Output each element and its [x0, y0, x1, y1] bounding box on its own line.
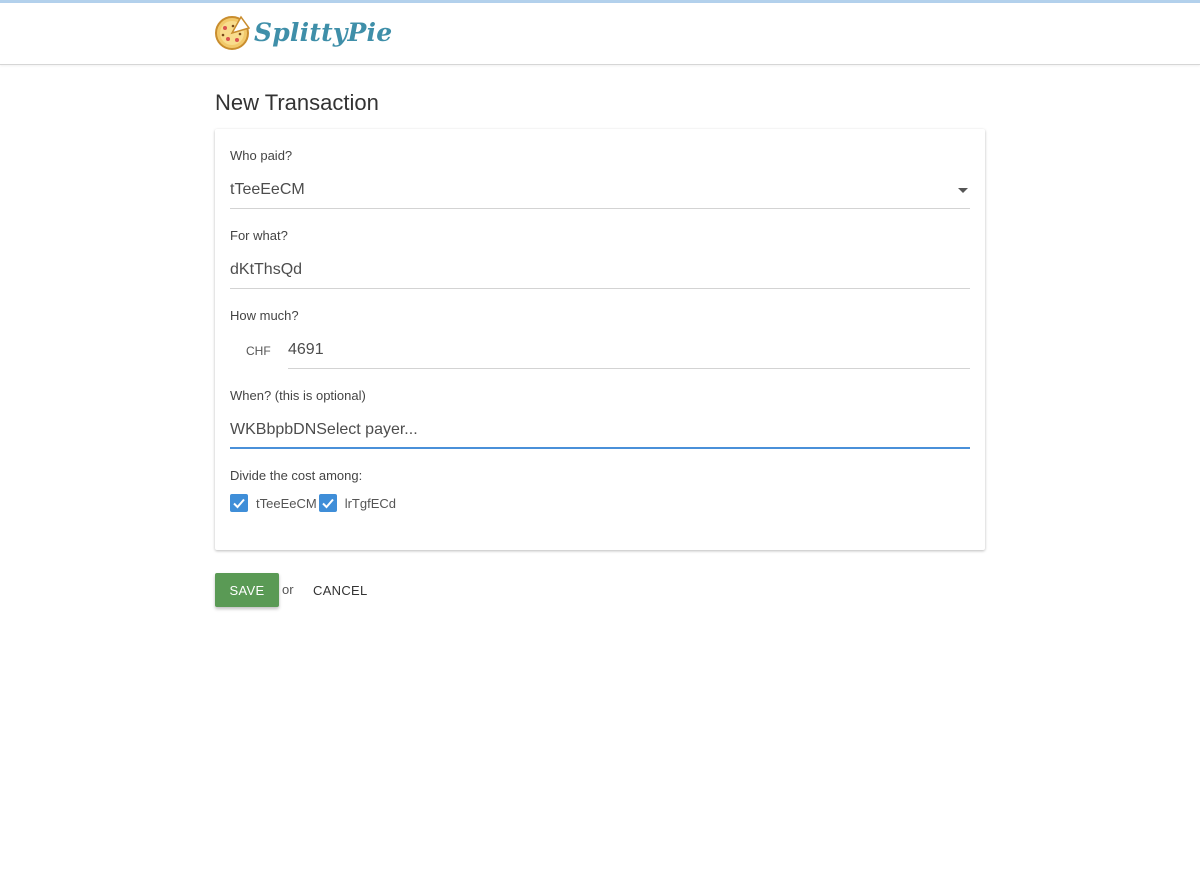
purpose-input[interactable]: dKtThsQd [230, 261, 302, 279]
date-label: When? (this is optional) [230, 388, 366, 403]
checkmark-icon [233, 498, 245, 509]
date-input[interactable]: WKBbpbDNSelect payer... [230, 421, 418, 439]
checkmark-icon [321, 498, 334, 509]
or-separator: or [282, 582, 294, 597]
currency-label: CHF [246, 344, 271, 358]
pizza-icon [214, 14, 250, 50]
cancel-button[interactable]: CANCEL [305, 578, 376, 602]
payer-label: Who paid? [230, 148, 293, 163]
transaction-form-card: Who paid? tTeeEeCM For what? dKtThsQd Ho… [215, 129, 985, 550]
save-button[interactable]: SAVE [215, 573, 279, 607]
purpose-label: For what? [230, 228, 288, 243]
participants-checklist: tTeeEeCM lrTgfECd [230, 494, 398, 512]
amount-underline [288, 368, 970, 369]
app-header: SplittyPie [0, 3, 1200, 65]
participant-label-1[interactable]: tTeeEeCM [256, 496, 317, 511]
payer-select[interactable]: tTeeEeCM [230, 181, 305, 199]
amount-input[interactable]: 4691 [288, 341, 324, 359]
logo[interactable]: SplittyPie [214, 14, 392, 50]
payer-underline [230, 208, 970, 209]
amount-label: How much? [230, 308, 299, 323]
participants-label: Divide the cost among: [230, 468, 363, 483]
participant-checkbox-2[interactable] [318, 494, 337, 512]
participant-label-2[interactable]: lrTgfECd [345, 496, 396, 511]
dropdown-arrow-icon[interactable] [958, 188, 968, 193]
logo-text: SplittyPie [254, 17, 393, 47]
page-title: New Transaction [215, 90, 379, 115]
date-underline-focused [230, 447, 970, 449]
participant-checkbox-1[interactable] [230, 494, 248, 512]
purpose-underline [230, 288, 970, 289]
